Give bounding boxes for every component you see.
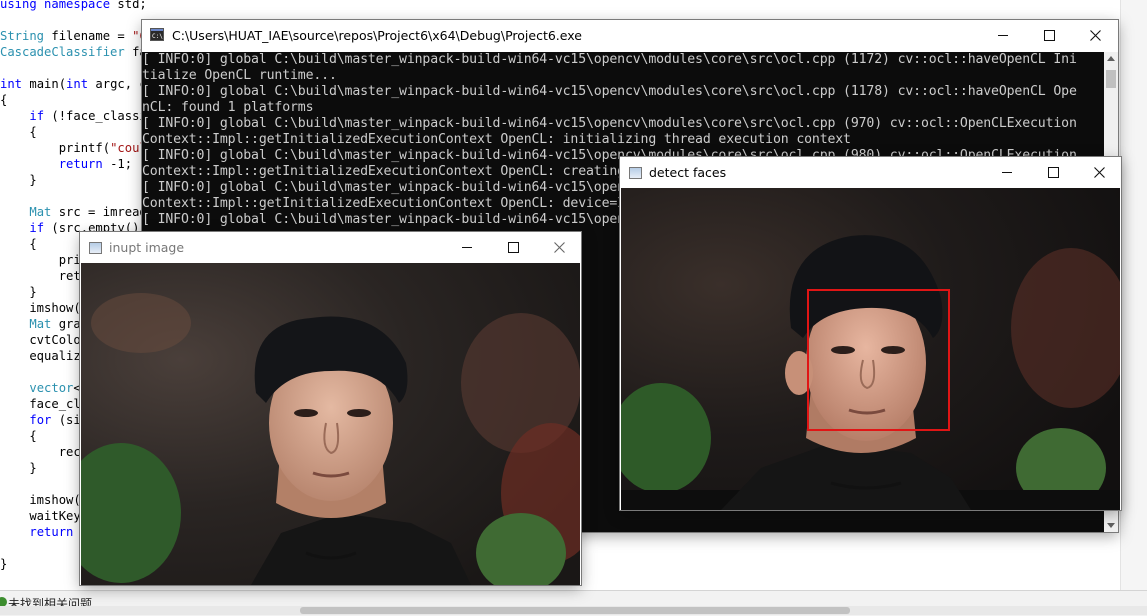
close-icon[interactable] <box>1076 157 1122 187</box>
console-scroll-thumb[interactable] <box>1106 70 1116 88</box>
code-line[interactable]: imshow(" <box>0 300 88 316</box>
scroll-down-arrow-icon[interactable] <box>1107 523 1115 528</box>
code-line[interactable]: if (!face_classi <box>0 108 146 124</box>
image-window-icon <box>629 167 642 179</box>
code-line[interactable]: face_cla <box>0 396 88 412</box>
image-window-icon <box>89 242 102 254</box>
code-line[interactable]: { <box>0 236 36 252</box>
horizontal-scroll-thumb[interactable] <box>300 607 850 614</box>
console-line: nCL: found 1 platforms <box>142 100 314 115</box>
code-line[interactable]: } <box>0 460 36 476</box>
code-line[interactable]: vector<R <box>0 380 88 396</box>
code-line[interactable]: return -1; <box>0 156 132 172</box>
code-line[interactable]: return 0 <box>0 524 88 540</box>
code-line[interactable]: CascadeClassifier fac <box>0 44 154 60</box>
code-line[interactable]: waitKey( <box>0 508 88 524</box>
close-icon[interactable] <box>536 232 582 262</box>
console-line: [ INFO:0] global C:\build\master_winpack… <box>142 52 1077 67</box>
close-icon[interactable] <box>1072 20 1118 50</box>
minimize-icon[interactable] <box>980 20 1026 50</box>
code-line[interactable]: imshow(" <box>0 492 88 508</box>
code-line[interactable]: { <box>0 92 7 108</box>
console-title: C:\Users\HUAT_IAE\source\repos\Project6\… <box>172 28 582 43</box>
code-line[interactable]: for (siz <box>0 412 88 428</box>
code-line[interactable]: using namespace std; <box>0 0 147 12</box>
console-line: tialize OpenCL runtime... <box>142 68 337 83</box>
maximize-icon[interactable] <box>490 232 536 262</box>
code-line[interactable]: Mat src = imread <box>0 204 146 220</box>
horizontal-scrollbar[interactable] <box>0 606 1147 615</box>
portrait-photo-detected <box>621 188 1120 510</box>
code-line[interactable]: equalize <box>0 348 88 364</box>
console-line: [ INFO:0] global C:\build\master_winpack… <box>142 116 1077 131</box>
code-line[interactable]: printf("could <box>0 140 154 156</box>
detect-faces-window[interactable]: detect faces <box>620 157 1121 510</box>
code-line[interactable]: retu <box>0 268 88 284</box>
editor-right-gutter <box>1120 0 1147 590</box>
input-image-window[interactable]: inupt image <box>80 232 581 585</box>
code-line[interactable]: rect <box>0 444 88 460</box>
minimize-icon[interactable] <box>444 232 490 262</box>
code-line[interactable]: { <box>0 124 36 140</box>
console-titlebar[interactable]: C:\ C:\Users\HUAT_IAE\source\repos\Proje… <box>142 20 1118 50</box>
code-line[interactable]: } <box>0 172 36 188</box>
input-image-canvas[interactable] <box>81 263 580 585</box>
code-line[interactable]: Mat gray <box>0 316 88 332</box>
console-line: Context::Impl::getInitializedExecutionCo… <box>142 132 851 147</box>
svg-text:C:\: C:\ <box>152 33 163 40</box>
detect-faces-canvas[interactable] <box>621 188 1120 510</box>
detect-faces-title: detect faces <box>649 165 727 180</box>
code-line[interactable]: } <box>0 556 7 572</box>
minimize-icon[interactable] <box>984 157 1030 187</box>
scroll-up-arrow-icon[interactable] <box>1107 56 1115 61</box>
code-line[interactable]: } <box>0 284 36 300</box>
maximize-icon[interactable] <box>1026 20 1072 50</box>
code-line[interactable]: int main(int argc, ch <box>0 76 154 92</box>
code-line[interactable]: prin <box>0 252 88 268</box>
input-image-titlebar[interactable]: inupt image <box>80 232 581 262</box>
code-line[interactable]: cvtColor <box>0 332 88 348</box>
console-line: [ INFO:0] global C:\build\master_winpack… <box>142 84 1077 99</box>
console-app-icon: C:\ <box>150 28 164 41</box>
code-line[interactable]: { <box>0 428 36 444</box>
input-image-title: inupt image <box>109 240 185 255</box>
portrait-photo <box>81 263 580 585</box>
maximize-icon[interactable] <box>1030 157 1076 187</box>
detect-faces-titlebar[interactable]: detect faces <box>620 157 1121 187</box>
code-line[interactable]: String filename = "C <box>0 28 147 44</box>
